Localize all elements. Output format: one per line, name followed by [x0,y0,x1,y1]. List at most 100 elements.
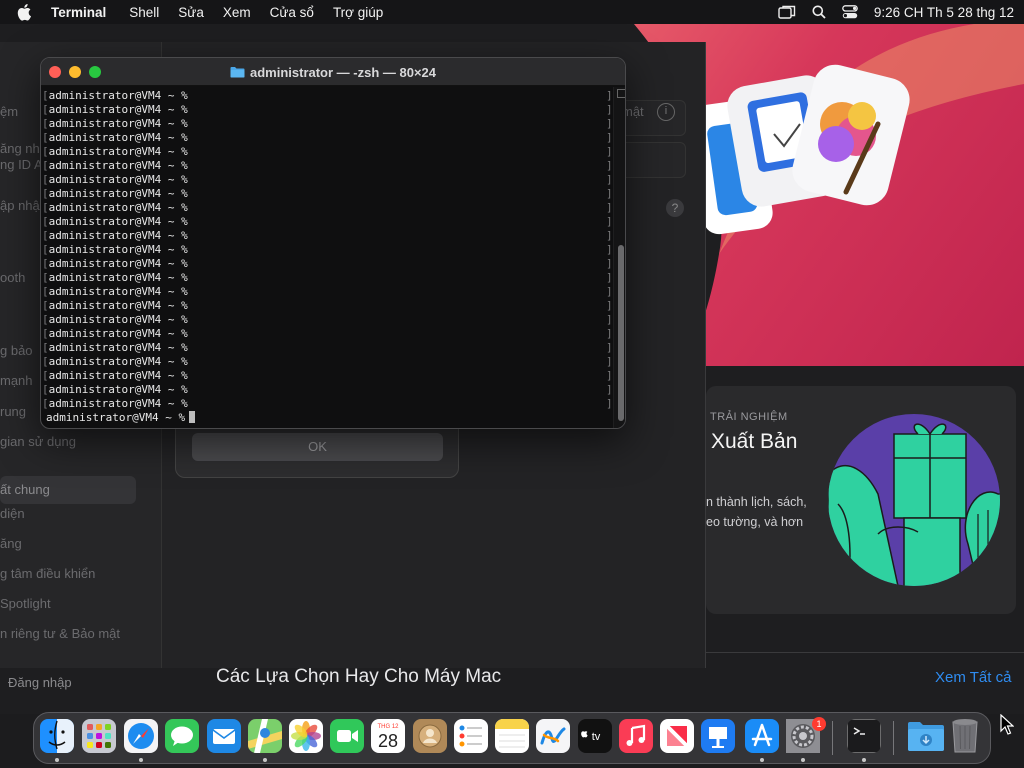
line-mark: ] [606,159,613,172]
info-icon[interactable]: i [657,103,675,121]
screen-mirroring-icon[interactable] [778,5,796,19]
menu-view[interactable]: Xem [223,5,251,20]
publishing-story-card[interactable]: TRẢI NGHIỆM Xuất Bản n thành lịch, sách,… [706,386,1016,614]
sidebar-item[interactable]: g tâm điều khiển [0,566,95,581]
sidebar-item[interactable]: ệm [0,104,18,119]
sidebar-item[interactable]: rung [0,404,26,419]
dock-photos-icon[interactable] [289,719,323,753]
dock-contacts-icon[interactable] [413,719,447,753]
sidebar-item[interactable]: ng ID A [0,157,43,172]
terminal-history-line: [administrator@VM4 ~ % [42,271,188,284]
terminal-prompt: administrator@VM4 ~ % [48,327,188,340]
dock-launchpad-icon[interactable] [82,719,116,753]
menu-app-name[interactable]: Terminal [51,5,106,20]
terminal-prompt: administrator@VM4 ~ % [48,355,188,368]
dock-reminders-icon[interactable] [454,719,488,753]
menu-bar-clock[interactable]: 9:26 CH Th 5 28 thg 12 [874,5,1014,20]
dock-safari-icon[interactable] [124,719,158,753]
ok-button[interactable]: OK [192,433,443,461]
sidebar-item[interactable]: ăng nh [0,141,40,156]
dock-app-store-icon[interactable] [745,719,779,753]
terminal-prompt: administrator@VM4 ~ % [48,173,188,186]
line-mark: ] [606,313,613,326]
dock-freeform-icon[interactable] [536,719,570,753]
see-all-link[interactable]: Xem Tất cả [935,669,1011,686]
sidebar-item[interactable]: gian sử dụng [0,434,76,449]
dock-facetime-icon[interactable] [330,719,364,753]
terminal-prompt: administrator@VM4 ~ % [48,117,188,130]
line-mark: ] [606,229,613,242]
sidebar-item-login[interactable]: Đăng nhập [8,675,72,690]
dock-system-settings-icon[interactable]: 1 [786,717,826,753]
sidebar-item[interactable]: mạnh [0,373,33,388]
terminal-prompt: administrator@VM4 ~ % [48,271,188,284]
line-mark: ] [606,117,613,130]
sidebar-item[interactable]: ăng [0,536,22,551]
line-mark: ] [606,89,613,102]
terminal-output[interactable]: [administrator@VM4 ~ %] [administrator@VM… [41,87,613,428]
terminal-window[interactable]: administrator — -zsh — 80×24 [administra… [40,57,626,429]
line-mark: ] [606,243,613,256]
dock-mail-icon[interactable] [207,719,241,753]
help-icon[interactable]: ? [666,199,684,217]
terminal-history-line: [administrator@VM4 ~ % [42,159,188,172]
terminal-history-line: [administrator@VM4 ~ % [42,131,188,144]
sidebar-item[interactable]: ất chung [0,476,136,504]
terminal-prompt: administrator@VM4 ~ % [48,131,188,144]
dock-news-icon[interactable] [660,719,694,753]
running-indicator [760,758,764,762]
terminal-history-line: [administrator@VM4 ~ % [42,397,188,410]
line-mark: ] [606,327,613,340]
terminal-scrollbar[interactable] [613,87,625,428]
dock-notes-icon[interactable] [495,719,529,753]
running-indicator [862,758,866,762]
dock-music-icon[interactable] [619,719,653,753]
terminal-prompt: administrator@VM4 ~ % [46,411,186,424]
folder-icon [230,66,245,78]
sidebar-item[interactable]: ập nhậ [0,198,40,213]
line-mark: ] [606,103,613,116]
dock-keynote-icon[interactable] [701,719,735,753]
menu-shell[interactable]: Shell [129,5,159,20]
menu-window[interactable]: Cửa sổ [270,5,314,20]
terminal-history-line: [administrator@VM4 ~ % [42,187,188,200]
terminal-history-line: [administrator@VM4 ~ % [42,103,188,116]
menu-help[interactable]: Trợ giúp [333,5,383,20]
sidebar-item[interactable]: n riêng tư & Bảo mật [0,626,120,641]
line-mark: ] [606,187,613,200]
line-mark: ] [606,355,613,368]
sidebar-item[interactable]: ooth [0,270,25,285]
dock-apple-tv-icon[interactable]: tv [578,719,612,753]
dock-calendar-icon[interactable]: THG 12 28 [371,719,405,753]
line-mark: ] [606,299,613,312]
dock-maps-icon[interactable] [248,719,282,753]
dock-messages-icon[interactable] [165,719,199,753]
dock-trash-icon[interactable] [948,719,982,753]
apple-menu-icon[interactable] [17,3,37,21]
search-icon[interactable] [812,5,826,19]
terminal-history-line: [administrator@VM4 ~ % [42,299,188,312]
notification-badge: 1 [812,717,826,731]
dock-finder-icon[interactable] [40,719,74,753]
control-center-icon[interactable] [842,5,858,19]
section-heading: Các Lựa Chọn Hay Cho Máy Mac [216,666,502,687]
terminal-history-line: [administrator@VM4 ~ % [42,117,188,130]
terminal-prompt: administrator@VM4 ~ % [48,369,188,382]
dock-terminal-icon[interactable] [847,719,881,753]
sidebar-item[interactable]: g bảo [0,343,33,358]
terminal-prompt: administrator@VM4 ~ % [48,243,188,256]
terminal-prompt: administrator@VM4 ~ % [48,215,188,228]
scroll-thumb[interactable] [618,245,624,421]
terminal-prompt: administrator@VM4 ~ % [48,341,188,354]
sidebar-item[interactable]: diện [0,506,25,521]
terminal-prompt: administrator@VM4 ~ % [48,383,188,396]
terminal-current-line[interactable]: administrator@VM4 ~ % [46,411,196,425]
terminal-history-line: [administrator@VM4 ~ % [42,89,188,102]
dock-downloads-icon[interactable] [907,719,945,753]
terminal-history-line: [administrator@VM4 ~ % [42,257,188,270]
terminal-prompt: administrator@VM4 ~ % [48,89,188,102]
line-mark: ] [606,173,613,186]
sidebar-item[interactable]: Spotlight [0,596,51,611]
terminal-prompt: administrator@VM4 ~ % [48,159,188,172]
menu-edit[interactable]: Sửa [178,5,204,20]
